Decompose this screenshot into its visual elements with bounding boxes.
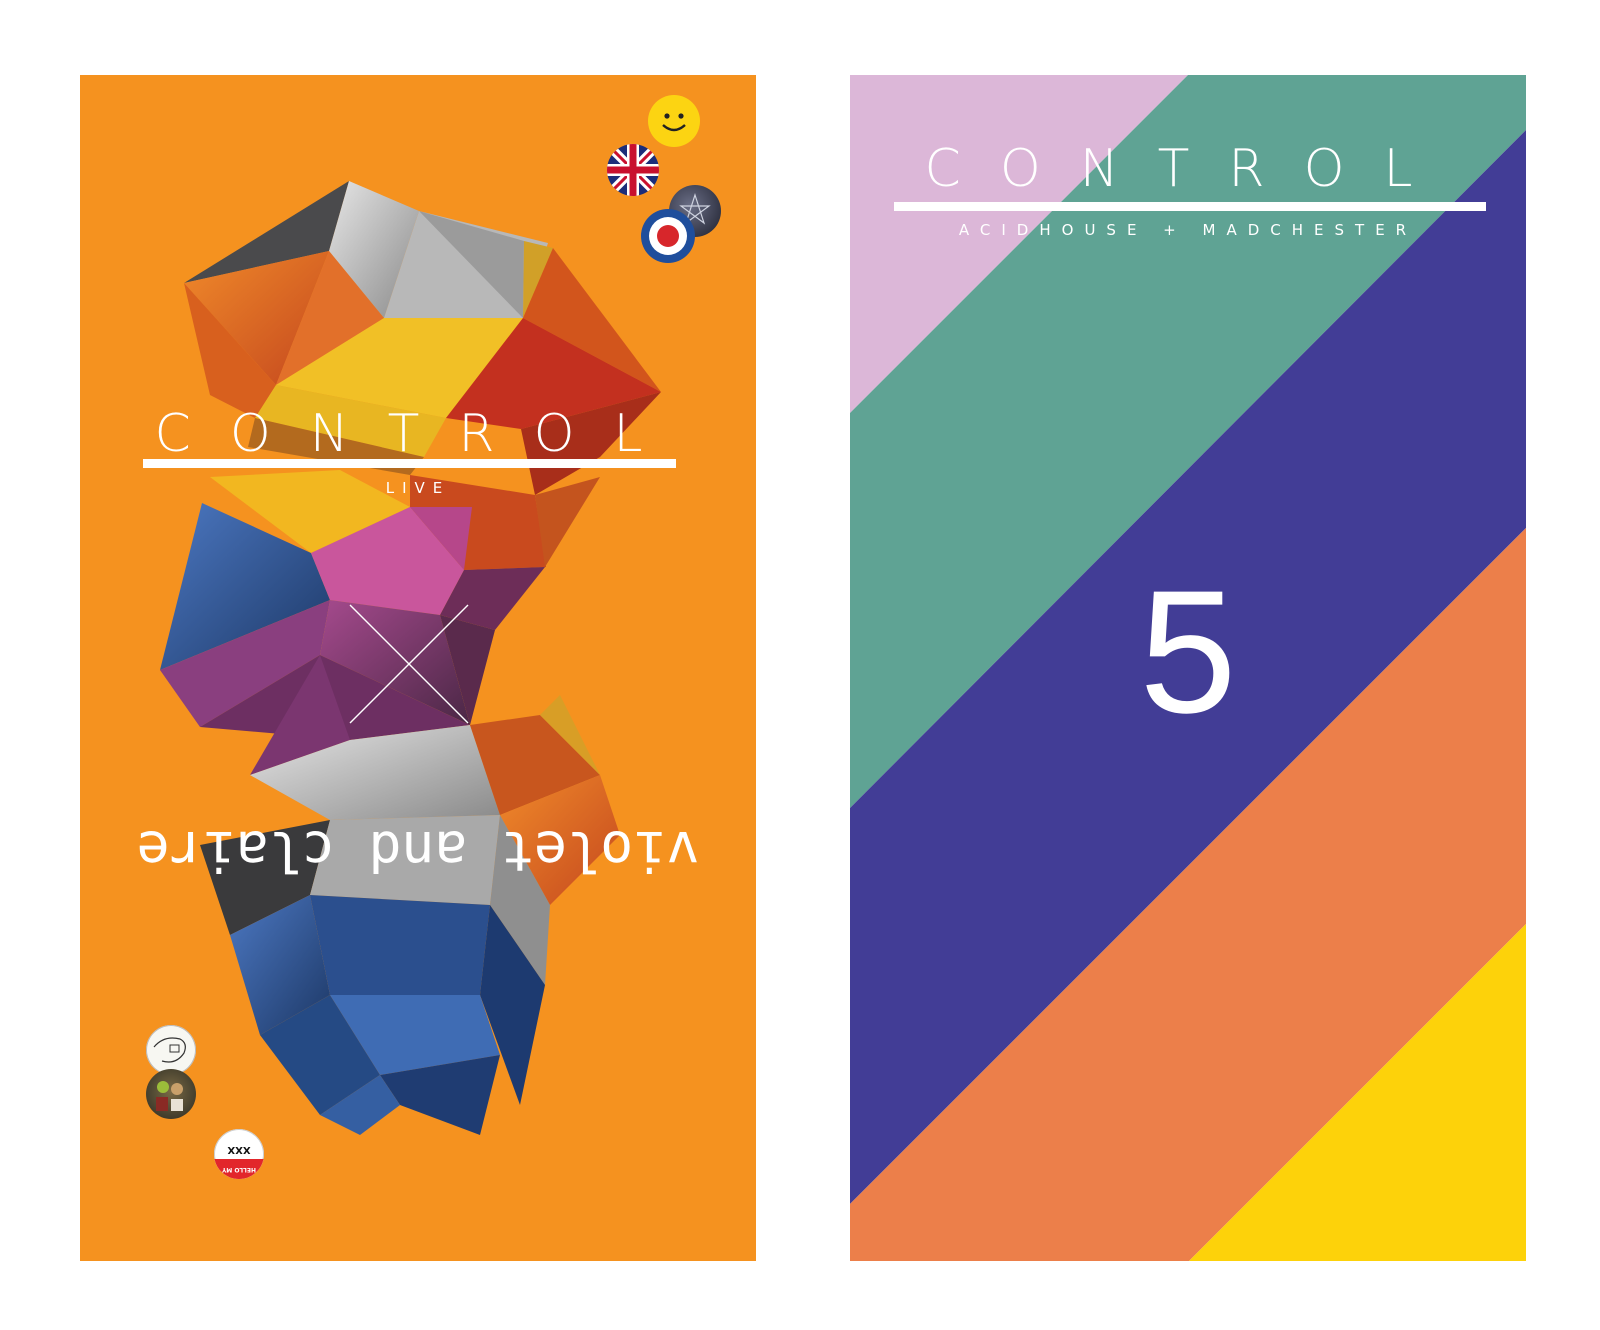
poster-control-5: CONTROL ACIDHOUSE + MADCHESTER 5 [850,75,1526,1261]
band-photo-badge [146,1069,196,1119]
hello-label: HELLO MY NAME IS [214,1146,264,1179]
mod-target-icon [649,217,687,255]
union-jack-badge [607,144,659,196]
smiley-badge [648,95,700,147]
upside-down-artist-name: violet and claire [136,819,700,883]
smiley-icon [662,113,686,132]
hello-name: XXX [227,1144,251,1155]
hello-name-badge: HELLO MY NAME IS XXX [214,1129,264,1179]
poster-subtitle: ACIDHOUSE + MADCHESTER [958,221,1418,239]
mod-target-badge [641,209,695,263]
sketch-drawing-icon [153,1037,186,1063]
band-photo-icon [156,1081,183,1111]
issue-number: 5 [1139,555,1237,750]
union-jack-icon [607,144,659,196]
poster-control-live: CONTROL LIVE violet and claire HELLO MY … [80,75,756,1261]
title-underline [894,202,1486,211]
sketch-badge [146,1025,196,1075]
page: CONTROL LIVE violet and claire HELLO MY … [0,0,1600,1330]
poster-title: CONTROL [924,139,1452,199]
